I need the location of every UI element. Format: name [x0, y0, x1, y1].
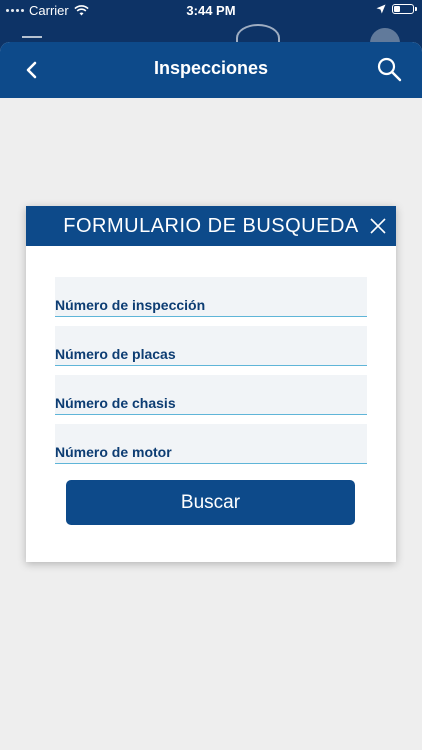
status-time: 3:44 PM	[186, 3, 236, 18]
search-form-dialog: FORMULARIO DE BUSQUEDA Número de inspecc…	[26, 206, 396, 562]
dialog-header: FORMULARIO DE BUSQUEDA	[26, 206, 396, 246]
chassis-number-field[interactable]: Número de chasis	[55, 375, 367, 415]
battery-icon	[392, 4, 417, 14]
chassis-number-label: Número de chasis	[55, 395, 176, 411]
search-button[interactable]: Buscar	[66, 480, 355, 525]
close-icon[interactable]	[370, 218, 386, 234]
page-title: Inspecciones	[153, 58, 269, 78]
plate-number-label: Número de placas	[55, 346, 176, 362]
engine-number-field[interactable]: Número de motor	[55, 424, 367, 464]
status-bar: Carrier 3:44 PM	[0, 0, 422, 22]
location-arrow-icon	[376, 4, 386, 14]
plate-number-field[interactable]: Número de placas	[55, 326, 367, 366]
engine-number-label: Número de motor	[55, 444, 172, 460]
navigation-bar: Inspecciones	[0, 42, 422, 98]
inspection-number-label: Número de inspección	[55, 297, 206, 313]
inspection-number-field[interactable]: Número de inspección	[55, 277, 367, 317]
modal-sheet: Inspecciones FORMULARIO DE BUSQUEDA Núme…	[0, 42, 422, 750]
search-icon[interactable]	[376, 56, 402, 82]
dialog-title: FORMULARIO DE BUSQUEDA	[63, 215, 359, 237]
status-right	[376, 4, 417, 14]
